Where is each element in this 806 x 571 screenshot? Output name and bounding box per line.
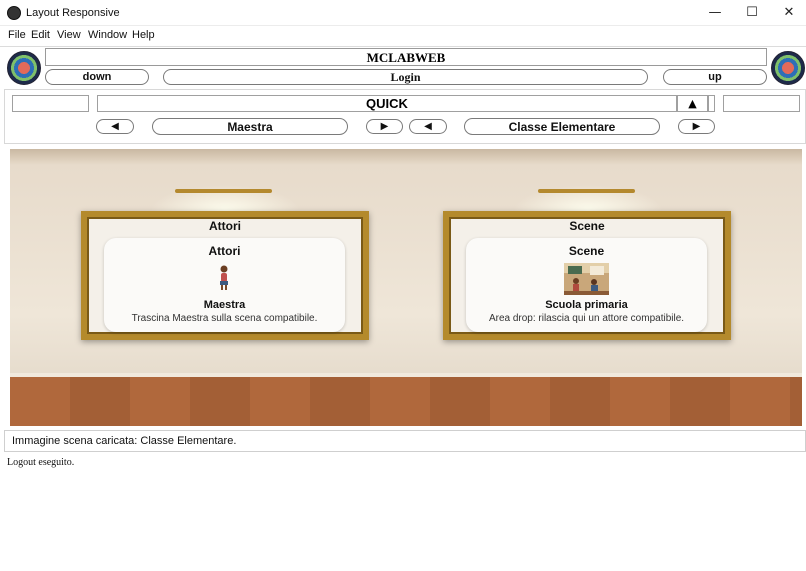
actors-frame: Attori Attori Maestra Trascina Maestra s… — [81, 211, 369, 340]
classroom-thumbnail-icon[interactable] — [564, 263, 609, 295]
menu-help[interactable]: Help — [132, 29, 155, 41]
quick-left-field[interactable] — [12, 95, 89, 112]
app-logo-icon — [7, 6, 21, 20]
scenes-frame-title: Scene — [569, 219, 605, 233]
wooden-floor — [10, 377, 802, 426]
quick-right-field[interactable] — [723, 95, 800, 112]
scene-prev-button[interactable]: ◀ — [409, 119, 447, 134]
title-bar: Layout Responsive — ☐ ✕ — [0, 0, 806, 26]
actor-description: Trascina Maestra sulla scena compatibile… — [131, 313, 318, 324]
maximize-button[interactable]: ☐ — [735, 4, 769, 22]
scene-selector[interactable]: Classe Elementare — [464, 118, 660, 135]
role-prev-button[interactable]: ◀ — [96, 119, 134, 134]
scenes-card-title: Scene — [568, 244, 605, 258]
menu-window[interactable]: Window — [88, 29, 127, 41]
quick-scrollbar[interactable] — [708, 95, 715, 112]
menu-file[interactable]: File — [8, 29, 26, 41]
app-name-field: MCLABWEB — [45, 48, 767, 66]
menu-view[interactable]: View — [57, 29, 81, 41]
scene-next-button[interactable]: ▶ — [678, 119, 715, 134]
picture-lamp-right — [538, 189, 635, 193]
scenes-card[interactable]: Scene Scuola primaria Area drop: rilasci… — [466, 238, 707, 332]
logo-left-icon — [7, 51, 41, 85]
actors-card[interactable]: Attori Maestra Trascina Maestra sulla sc… — [104, 238, 345, 332]
teacher-figure-icon[interactable] — [217, 265, 231, 291]
quick-title: QUICK — [97, 95, 677, 112]
menu-edit[interactable]: Edit — [31, 29, 50, 41]
gallery-scene: Attori Attori Maestra Trascina Maestra s… — [10, 149, 802, 426]
window-title: Layout Responsive — [26, 7, 120, 19]
login-button[interactable]: Login — [163, 69, 648, 85]
actors-card-title: Attori — [208, 244, 241, 258]
down-button[interactable]: down — [45, 69, 149, 85]
scene-drop-hint: Area drop: rilascia qui un attore compat… — [488, 313, 685, 324]
actor-name: Maestra — [203, 299, 246, 311]
role-selector[interactable]: Maestra — [152, 118, 348, 135]
scenes-frame: Scene Scene Scuola primaria Area drop: r… — [443, 211, 731, 340]
log-text: Logout eseguito. — [7, 457, 75, 468]
minimize-button[interactable]: — — [698, 4, 732, 22]
status-text: Immagine scena caricata: Classe Elementa… — [12, 435, 237, 447]
close-button[interactable]: ✕ — [772, 4, 806, 22]
logo-right-icon — [771, 51, 805, 85]
scene-name: Scuola primaria — [545, 299, 628, 311]
picture-lamp-left — [175, 189, 272, 193]
role-next-button[interactable]: ▶ — [366, 119, 403, 134]
quick-toggle-button[interactable]: ▲ — [677, 95, 708, 112]
up-button[interactable]: up — [663, 69, 767, 85]
actors-frame-title: Attori — [209, 219, 241, 233]
